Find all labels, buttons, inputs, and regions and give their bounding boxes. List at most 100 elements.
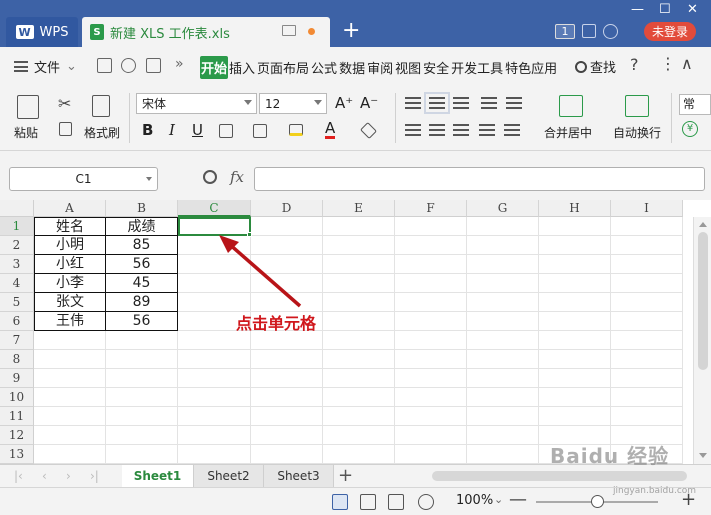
cell-b6[interactable]: 56: [106, 312, 178, 331]
sheet-tab-2[interactable]: Sheet2: [194, 465, 264, 487]
row-header-1[interactable]: 1: [0, 217, 34, 236]
row-header-7[interactable]: 7: [0, 331, 34, 350]
cell-b7[interactable]: [106, 331, 178, 350]
cell-h6[interactable]: [539, 312, 611, 331]
tab-security[interactable]: 安全: [422, 56, 450, 79]
cell-i8[interactable]: [611, 350, 683, 369]
search-button[interactable]: 查找: [575, 57, 616, 76]
cell-g4[interactable]: [467, 274, 539, 293]
cell-style-icon[interactable]: [253, 124, 267, 138]
cell-e9[interactable]: [323, 369, 395, 388]
number-format-select[interactable]: 常: [679, 94, 711, 115]
cell-i9[interactable]: [611, 369, 683, 388]
normal-view-icon[interactable]: [332, 494, 348, 510]
cell-d13[interactable]: [251, 445, 323, 464]
cell-e11[interactable]: [323, 407, 395, 426]
cell-e12[interactable]: [323, 426, 395, 445]
cell-h10[interactable]: [539, 388, 611, 407]
merge-center-icon[interactable]: [559, 95, 583, 117]
column-header-h[interactable]: H: [539, 200, 611, 217]
wrap-text-button[interactable]: 自动换行: [613, 124, 661, 141]
italic-button[interactable]: I: [169, 121, 175, 139]
cell-c11[interactable]: [178, 407, 251, 426]
cell-c3[interactable]: [178, 255, 251, 274]
cell-h5[interactable]: [539, 293, 611, 312]
spreadsheet-grid[interactable]: A B C D E F G H I 1 姓名 成绩 2 小明 85 3 小红 56 4 小李 45 5 张文 89 6 王伟 56 7…: [0, 200, 711, 464]
cell-h7[interactable]: [539, 331, 611, 350]
row-header-5[interactable]: 5: [0, 293, 34, 312]
cell-c9[interactable]: [178, 369, 251, 388]
cell-i2[interactable]: [611, 236, 683, 255]
cell-g10[interactable]: [467, 388, 539, 407]
row-header-10[interactable]: 10: [0, 388, 34, 407]
cell-i3[interactable]: [611, 255, 683, 274]
row-header-11[interactable]: 11: [0, 407, 34, 426]
cell-b5[interactable]: 89: [106, 293, 178, 312]
paste-button[interactable]: 粘贴: [14, 124, 38, 141]
horizontal-scrollbar[interactable]: [432, 471, 687, 481]
cell-a5[interactable]: 张文: [34, 293, 106, 312]
format-painter-button[interactable]: 格式刷: [84, 124, 120, 141]
cell-d2[interactable]: [251, 236, 323, 255]
unsaved-dot-icon[interactable]: [308, 28, 315, 35]
font-name-select[interactable]: 宋体: [136, 93, 257, 114]
tab-review[interactable]: 审阅: [366, 56, 394, 79]
cell-f7[interactable]: [395, 331, 467, 350]
align-center-icon[interactable]: [429, 124, 445, 136]
cell-d4[interactable]: [251, 274, 323, 293]
cell-c13[interactable]: [178, 445, 251, 464]
cell-b1[interactable]: 成绩: [106, 217, 178, 236]
cell-a11[interactable]: [34, 407, 106, 426]
merge-center-button[interactable]: 合并居中: [544, 124, 592, 141]
more-options-icon[interactable]: ⋮: [660, 54, 676, 73]
wps-home-tab[interactable]: W WPS: [6, 17, 78, 47]
cell-f2[interactable]: [395, 236, 467, 255]
cell-g12[interactable]: [467, 426, 539, 445]
zoom-slider-handle[interactable]: [591, 495, 604, 508]
cell-g6[interactable]: [467, 312, 539, 331]
cell-f12[interactable]: [395, 426, 467, 445]
increase-indent-icon[interactable]: [506, 97, 522, 109]
cell-b10[interactable]: [106, 388, 178, 407]
cell-c4[interactable]: [178, 274, 251, 293]
cell-c12[interactable]: [178, 426, 251, 445]
column-header-f[interactable]: F: [395, 200, 467, 217]
cell-f8[interactable]: [395, 350, 467, 369]
more-quick-access-icon[interactable]: »: [175, 56, 184, 72]
row-header-3[interactable]: 3: [0, 255, 34, 274]
cell-d3[interactable]: [251, 255, 323, 274]
cell-f6[interactable]: [395, 312, 467, 331]
borders-icon[interactable]: [219, 124, 233, 138]
cell-d9[interactable]: [251, 369, 323, 388]
align-middle-icon[interactable]: [424, 92, 450, 114]
cell-e5[interactable]: [323, 293, 395, 312]
align-bottom-icon[interactable]: [453, 97, 469, 109]
tab-view[interactable]: 视图: [394, 56, 422, 79]
tab-page-layout[interactable]: 页面布局: [256, 56, 310, 79]
cell-i11[interactable]: [611, 407, 683, 426]
cell-b4[interactable]: 45: [106, 274, 178, 293]
cell-b2[interactable]: 85: [106, 236, 178, 255]
column-header-e[interactable]: E: [323, 200, 395, 217]
cell-h4[interactable]: [539, 274, 611, 293]
cell-a13[interactable]: [34, 445, 106, 464]
cell-e7[interactable]: [323, 331, 395, 350]
cell-g7[interactable]: [467, 331, 539, 350]
help-icon[interactable]: ?: [630, 55, 639, 74]
cell-h3[interactable]: [539, 255, 611, 274]
tab-developer[interactable]: 开发工具: [450, 56, 504, 79]
tab-formulas[interactable]: 公式: [310, 56, 338, 79]
row-header-4[interactable]: 4: [0, 274, 34, 293]
cell-a4[interactable]: 小李: [34, 274, 106, 293]
cell-a9[interactable]: [34, 369, 106, 388]
cell-g3[interactable]: [467, 255, 539, 274]
insert-function-button[interactable]: fx: [230, 168, 244, 186]
row-header-9[interactable]: 9: [0, 369, 34, 388]
skin-icon[interactable]: [582, 24, 596, 38]
cell-d12[interactable]: [251, 426, 323, 445]
cell-g13[interactable]: [467, 445, 539, 464]
tab-home[interactable]: 开始: [200, 56, 229, 79]
cell-h11[interactable]: [539, 407, 611, 426]
cell-a6[interactable]: 王伟: [34, 312, 106, 331]
grow-font-button[interactable]: A⁺: [335, 94, 353, 112]
